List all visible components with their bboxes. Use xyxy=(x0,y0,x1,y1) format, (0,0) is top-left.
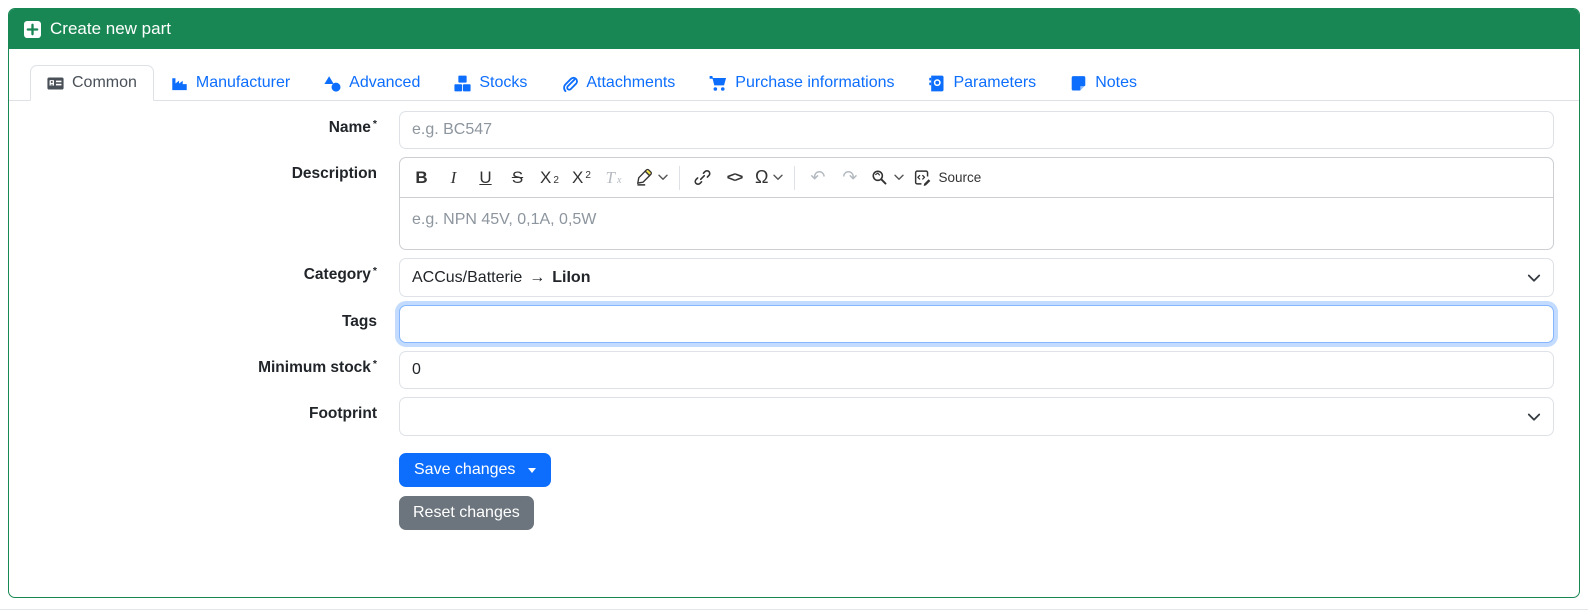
tags-input[interactable] xyxy=(399,305,1554,343)
footprint-label: Footprint xyxy=(308,405,377,422)
factory-icon xyxy=(171,75,188,92)
link-icon xyxy=(693,168,712,187)
footprint-select[interactable] xyxy=(399,397,1554,436)
tab-manufacturer[interactable]: Manufacturer xyxy=(154,65,307,101)
tags-row: Tags xyxy=(25,305,1554,343)
tab-label: Attachments xyxy=(586,74,676,91)
toolbar-separator xyxy=(794,165,796,190)
create-part-card: Create new part Common Manufacturer Adva… xyxy=(8,8,1580,598)
minimum-stock-row: Minimum stock * xyxy=(25,351,1554,389)
find-and-replace-button[interactable] xyxy=(866,162,908,194)
category-value-leaf: LiIon xyxy=(552,268,591,286)
name-row: Name * xyxy=(25,111,1554,149)
tab-label: Parameters xyxy=(953,74,1037,91)
chevron-down-icon xyxy=(1526,270,1542,291)
tab-label: Advanced xyxy=(349,74,421,91)
code-button[interactable]: <> xyxy=(719,162,750,194)
description-input[interactable]: e.g. NPN 45V, 0,1A, 0,5W xyxy=(400,198,1553,249)
category-row: Category * ACCus/Batterie → LiIon xyxy=(25,258,1554,297)
shopping-cart-icon xyxy=(709,75,727,92)
tab-attachments[interactable]: Attachments xyxy=(544,65,692,101)
editor-toolbar: B I U S X2 X2 Tx <> Ω ↶ ↷ Source xyxy=(400,158,1553,198)
description-placeholder: e.g. NPN 45V, 0,1A, 0,5W xyxy=(412,211,597,228)
shapes-icon xyxy=(324,75,341,92)
tab-common[interactable]: Common xyxy=(30,65,154,101)
paperclip-icon xyxy=(561,75,579,92)
chevron-down-icon xyxy=(1526,409,1542,430)
card-header: Create new part xyxy=(9,9,1579,49)
category-value-path: ACCus/Batterie xyxy=(412,268,523,286)
find-and-replace-icon xyxy=(870,168,889,187)
chevron-down-icon xyxy=(658,174,668,181)
actions-spacer xyxy=(25,453,399,530)
category-value-arrow: → xyxy=(529,268,546,286)
tab-label: Notes xyxy=(1095,74,1137,91)
caret-down-icon xyxy=(528,467,537,473)
remove-format-button[interactable]: Tx xyxy=(598,162,629,194)
redo-button[interactable]: ↷ xyxy=(834,162,865,194)
tab-bar: Common Manufacturer Advanced Stocks Atta… xyxy=(9,65,1579,101)
part-form: Name* Description B I U S X2 X2 Tx xyxy=(9,101,1579,530)
strikethrough-button[interactable]: S xyxy=(502,162,533,194)
tab-label: Purchase informations xyxy=(735,74,895,91)
chevron-down-icon xyxy=(773,174,784,181)
link-button[interactable] xyxy=(687,162,718,194)
superscript-button[interactable]: X2 xyxy=(566,162,597,194)
footprint-row: Footprint xyxy=(25,397,1554,436)
required-asterisk: * xyxy=(372,358,377,370)
rich-text-editor: B I U S X2 X2 Tx <> Ω ↶ ↷ Source e.g. NP… xyxy=(399,157,1554,250)
page-title: Create new part xyxy=(50,19,171,38)
tab-label: Common xyxy=(72,74,137,91)
subscript-button[interactable]: X2 xyxy=(534,162,565,194)
tab-purchase-informations[interactable]: Purchase informations xyxy=(692,65,911,101)
reset-changes-button[interactable]: Reset changes xyxy=(399,496,534,530)
tab-advanced[interactable]: Advanced xyxy=(307,65,437,101)
tab-label: Manufacturer xyxy=(195,74,291,91)
address-book-icon xyxy=(928,75,945,92)
highlight-marker-icon xyxy=(634,168,653,187)
sticky-note-icon xyxy=(1070,75,1087,92)
tab-stocks[interactable]: Stocks xyxy=(437,65,544,101)
highlight-marker-button[interactable] xyxy=(630,162,672,194)
bold-button[interactable]: B xyxy=(406,162,437,194)
save-changes-button[interactable]: Save changes xyxy=(399,453,552,487)
category-select[interactable]: ACCus/Batterie → LiIon xyxy=(399,258,1554,297)
chevron-down-icon xyxy=(894,174,905,181)
description-label: Description xyxy=(291,165,377,182)
required-asterisk: * xyxy=(372,118,377,130)
tab-notes[interactable]: Notes xyxy=(1053,65,1154,101)
page-bottom-divider xyxy=(0,609,1588,610)
plus-square-icon xyxy=(24,20,41,38)
source-icon xyxy=(913,168,932,187)
tags-label: Tags xyxy=(341,313,377,330)
minimum-stock-input[interactable] xyxy=(399,351,1554,389)
italic-button[interactable]: I xyxy=(438,162,469,194)
category-label: Category * xyxy=(303,265,377,283)
address-card-icon xyxy=(47,75,64,92)
undo-button[interactable]: ↶ xyxy=(802,162,833,194)
toolbar-separator xyxy=(679,165,680,190)
tab-label: Stocks xyxy=(479,74,528,91)
underline-button[interactable]: U xyxy=(470,162,501,194)
name-label: Name * xyxy=(328,118,377,136)
actions-row: Save changes Reset changes xyxy=(25,453,1554,530)
required-asterisk: * xyxy=(372,265,377,277)
tab-parameters[interactable]: Parameters xyxy=(911,65,1053,101)
boxes-stacked-icon xyxy=(454,75,471,92)
minimum-stock-label: Minimum stock * xyxy=(258,358,377,376)
source-button[interactable]: Source xyxy=(909,162,985,194)
description-row: Description B I U S X2 X2 Tx <> Ω ↶ ↷ So… xyxy=(25,157,1554,250)
name-input[interactable] xyxy=(399,111,1554,149)
special-characters-button[interactable]: Ω xyxy=(751,162,787,194)
